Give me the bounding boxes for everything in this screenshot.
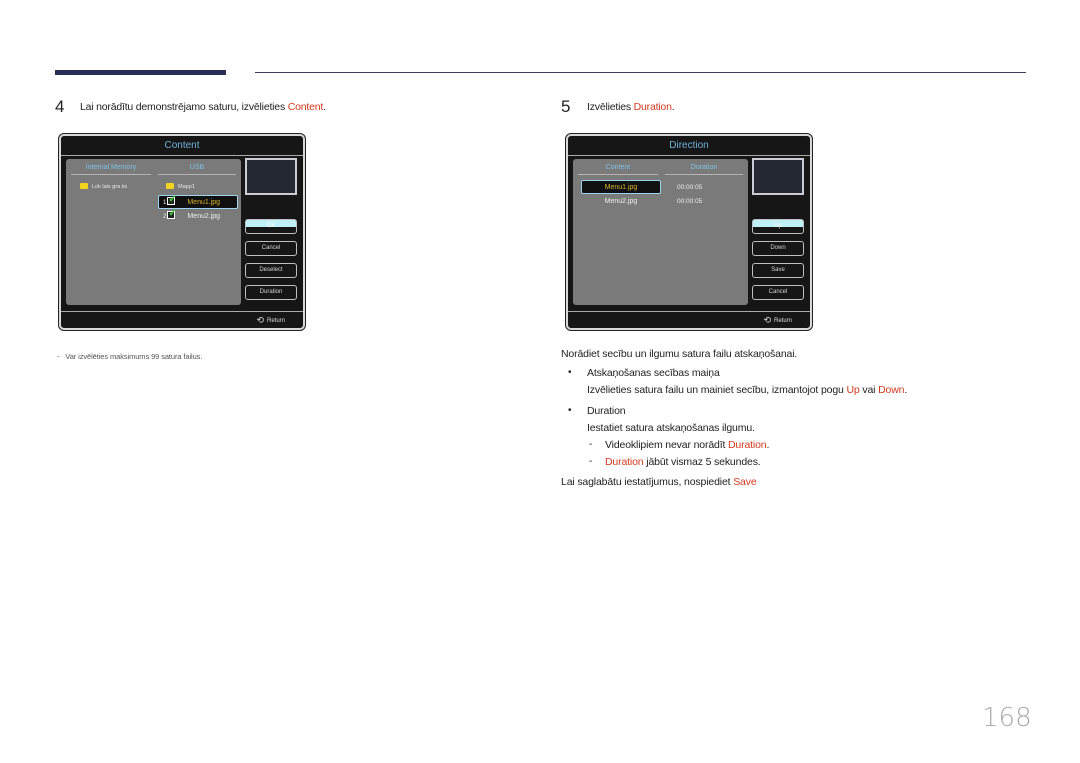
column-header-duration: Duration — [690, 164, 718, 171]
page-number: 168 — [982, 703, 1032, 733]
return-button[interactable]: ⟲ Return — [763, 315, 792, 326]
content-row-file[interactable]: Menu2.jpg — [581, 195, 661, 209]
duration-highlight: Duration — [728, 439, 767, 451]
folder-label: Lok lais gra ks — [92, 184, 128, 190]
intro-text: Norādiet secību un ilgumu satura failu a… — [561, 348, 798, 360]
step-4-period: . — [323, 101, 326, 113]
step-5-number: 5 — [561, 97, 571, 116]
bullet-1-text-part: vai — [859, 384, 879, 396]
bullet-1-title: Atskaņošanas secības maiņa — [587, 367, 720, 379]
duration-highlight: Duration — [605, 456, 644, 468]
checkbox-checked-icon[interactable] — [167, 207, 177, 221]
sub-note-text: jābūt vismaz 5 sekundes. — [643, 456, 761, 468]
column-header-content: Content — [605, 164, 631, 171]
file-label: Menu2.jpg — [187, 213, 221, 220]
preview-thumbnail — [752, 158, 804, 195]
file-label: Menu1.jpg — [187, 199, 221, 206]
bullet-icon: • — [568, 367, 572, 378]
header-accent-bar — [55, 70, 226, 75]
sub-note-1: Videoklipiem nevar norādīt Duration. — [605, 439, 769, 451]
bullet-2-text: Iestatiet satura atskaņošanas ilgumu. — [587, 422, 755, 434]
content-dialog: Content Internal Memory USB Lok lais gra… — [59, 134, 305, 330]
note-max-files: - Var izvēlēties maksimums 99 satura fai… — [57, 352, 202, 361]
step-5-text: Izvēlieties — [587, 101, 634, 113]
step-4-instruction: Lai norādītu demonstrējamo saturu, izvēl… — [80, 101, 326, 113]
up-highlight: Up — [846, 384, 860, 396]
dialog-title: Content — [61, 136, 303, 156]
step-5-instruction: Izvēlieties Duration. — [587, 101, 675, 113]
save-highlight: Save — [733, 476, 757, 488]
dialog-title: Direction — [568, 136, 810, 156]
save-text: Lai saglabātu iestatījumus, nospiediet — [561, 476, 734, 488]
step-5-period: . — [671, 101, 675, 113]
column-divider — [158, 174, 236, 175]
step-4-number: 4 — [55, 97, 65, 116]
sub-note-text: . — [766, 439, 770, 451]
tab-internal-memory[interactable]: Internal Memory — [71, 164, 151, 171]
content-row-duration: 00:00:05 — [677, 198, 703, 205]
direction-dialog: Direction Content Duration Menu1.jpg 00:… — [566, 134, 812, 330]
file-panel: Internal Memory USB Lok lais gra ks Mapp… — [66, 159, 241, 305]
ok-button[interactable]: OK — [245, 219, 297, 234]
dash-icon: - — [589, 456, 593, 467]
return-label: Return — [266, 318, 285, 324]
preview-thumbnail — [245, 158, 297, 195]
folder-icon — [80, 183, 88, 189]
file-index: 1 — [163, 200, 167, 206]
file-item[interactable]: 2 Menu2.jpg — [158, 207, 238, 224]
save-instruction: Lai saglabātu iestatījumus, nospiediet S… — [561, 476, 757, 488]
checkbox-checked-icon[interactable] — [167, 193, 177, 207]
header-rule — [255, 72, 1026, 73]
column-divider — [71, 174, 151, 175]
dash-icon: - — [589, 439, 593, 450]
sub-note-2: Duration jābūt vismaz 5 sekundes. — [605, 456, 761, 468]
dialog-footer: ⟲ Return — [61, 311, 303, 328]
bullet-1-text-part: . — [904, 384, 908, 396]
step-5-highlight: Duration — [633, 101, 672, 113]
column-divider — [578, 174, 658, 175]
bullet-icon: • — [568, 405, 572, 416]
dialog-footer: ⟲ Return — [568, 311, 810, 328]
usb-folder-item[interactable]: Mapp1 — [166, 183, 195, 190]
note-dash: - — [57, 352, 60, 361]
bullet-1-text: Izvēlieties satura failu un mainiet secī… — [587, 384, 907, 396]
note-text: Var izvēlēties maksimums 99 satura failu… — [65, 352, 203, 361]
up-button[interactable]: Up — [752, 219, 804, 234]
step-4-text: Lai norādītu demonstrējamo saturu, izvēl… — [80, 101, 288, 113]
return-button[interactable]: ⟲ Return — [256, 315, 285, 326]
content-row-file[interactable]: Menu1.jpg — [581, 180, 661, 194]
duration-button[interactable]: Duration — [245, 285, 297, 300]
file-index: 2 — [163, 214, 167, 220]
cancel-button[interactable]: Cancel — [245, 241, 297, 256]
down-button[interactable]: Down — [752, 241, 804, 256]
internal-folder-item[interactable]: Lok lais gra ks — [80, 183, 127, 190]
bullet-2-title: Duration — [587, 405, 626, 417]
content-row-duration: 00:00:05 — [677, 184, 703, 191]
step-4-highlight: Content — [287, 101, 324, 113]
save-button[interactable]: Save — [752, 263, 804, 278]
column-divider — [665, 174, 743, 175]
return-icon: ⟲ — [763, 315, 771, 325]
bullet-1-text-part: Izvēlieties satura failu un mainiet secī… — [587, 384, 847, 396]
sub-note-text: Videoklipiem nevar norādīt — [605, 439, 728, 451]
deselect-button[interactable]: Deselect — [245, 263, 297, 278]
return-label: Return — [773, 318, 792, 324]
return-icon: ⟲ — [256, 315, 264, 325]
tab-usb[interactable]: USB — [158, 164, 236, 171]
folder-icon — [166, 183, 174, 189]
order-panel: Content Duration Menu1.jpg 00:00:05 Menu… — [573, 159, 748, 305]
cancel-button[interactable]: Cancel — [752, 285, 804, 300]
down-highlight: Down — [878, 384, 905, 396]
folder-label: Mapp1 — [178, 184, 195, 190]
